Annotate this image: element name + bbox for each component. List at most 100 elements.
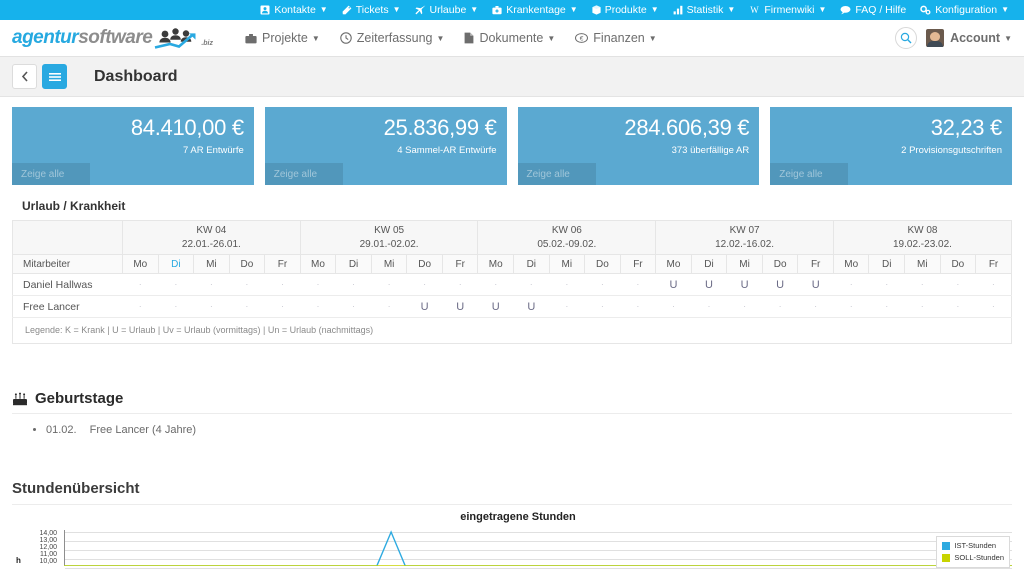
kpi-tile[interactable]: 25.836,99 € 4 Sammel-AR Entwürfe Zeige a…	[264, 107, 507, 185]
vacation-day-cell-empty[interactable]: ·	[549, 295, 585, 318]
top-menu-item-kontakte[interactable]: Kontakte ▼	[253, 0, 334, 20]
chart-y-tick-labels: 14,00 13,00 12,00 11,00 10,00	[31, 530, 57, 566]
vacation-day-cell-empty[interactable]: ·	[335, 295, 372, 318]
vacation-day-cell-empty[interactable]: ·	[158, 295, 194, 318]
vacation-day-cell-marked[interactable]: U	[655, 273, 692, 296]
birthday-date: 01.02.	[46, 424, 77, 436]
vacation-day-cell-empty[interactable]: ·	[193, 295, 230, 318]
vacation-day-cell-empty[interactable]: ·	[193, 273, 230, 296]
chart-legend: IST-Stunden SOLL-Stunden	[936, 535, 1010, 568]
top-menu-item-statistik[interactable]: Statistik ▼	[666, 0, 743, 20]
kpi-value: 25.836,99 €	[383, 115, 497, 140]
vacation-day-cell-empty[interactable]: ·	[584, 273, 621, 296]
vacation-day-cell-empty[interactable]: ·	[513, 273, 550, 296]
nav-item-finanzen[interactable]: € Finanzen ▼	[565, 31, 666, 45]
vacation-day-cell-empty[interactable]: ·	[264, 273, 301, 296]
vacation-day-cell-empty[interactable]: ·	[442, 273, 478, 296]
vacation-day-cell-empty[interactable]: ·	[868, 295, 905, 318]
table-row[interactable]: Free Lancer · · · · · · · · U U U U · · · · · · · · · · · · ·	[12, 295, 1012, 318]
show-all-button[interactable]: Zeige alle	[517, 163, 596, 185]
birthdays-title: Geburtstage	[12, 390, 1012, 414]
kpi-value: 284.606,39 €	[624, 115, 750, 140]
top-menu-item-produkte[interactable]: Produkte ▼	[585, 0, 666, 20]
vacation-day-cell-marked[interactable]: U	[691, 273, 727, 296]
account-menu[interactable]: Account ▼	[926, 29, 1012, 47]
top-menu: Kontakte ▼ Tickets ▼ Urlaube ▼ Krankenta…	[253, 0, 1016, 20]
vacation-day-cell-empty[interactable]: ·	[904, 273, 941, 296]
vacation-day-cell-empty[interactable]: ·	[371, 295, 407, 318]
nav-item-zeiterfassung[interactable]: Zeiterfassung ▼	[330, 31, 455, 45]
app-logo[interactable]: agentursoftware .biz	[12, 27, 213, 49]
vacation-day-cell-empty[interactable]: ·	[229, 273, 265, 296]
hamburger-icon	[48, 72, 61, 82]
vacation-day-cell-marked[interactable]: U	[513, 295, 550, 318]
show-all-button[interactable]: Zeige alle	[12, 163, 90, 185]
nav-item-projekte[interactable]: Projekte ▼	[235, 31, 330, 45]
top-menu-item-tickets[interactable]: Tickets ▼	[335, 0, 408, 20]
avatar	[926, 29, 945, 47]
sidebar-toggle-button[interactable]	[42, 64, 67, 89]
top-menu-item-konfiguration[interactable]: Konfiguration ▼	[913, 0, 1016, 20]
clock-icon	[340, 32, 352, 44]
top-menu-item-krankentage[interactable]: Krankentage ▼	[485, 0, 584, 20]
vacation-day-cell-marked[interactable]: U	[442, 295, 478, 318]
vacation-day-cell-empty[interactable]: ·	[762, 295, 798, 318]
top-menu-label: Tickets	[355, 4, 389, 16]
week-range: 12.02.-16.02.	[715, 238, 775, 250]
kpi-tiles: 84.410,00 € 7 AR Entwürfe Zeige alle 25.…	[0, 97, 1024, 185]
vacation-day-cell-empty[interactable]: ·	[975, 295, 1012, 318]
vacation-day-cell-empty[interactable]: ·	[264, 295, 301, 318]
vacation-day-cell-empty[interactable]: ·	[833, 295, 869, 318]
vacation-day-cell-empty[interactable]: ·	[477, 273, 514, 296]
top-menu-item-urlaube[interactable]: Urlaube ▼	[408, 0, 486, 20]
vacation-day-cell-empty[interactable]: ·	[300, 273, 336, 296]
kpi-subtitle: 7 AR Entwürfe	[183, 145, 244, 156]
logo-text-primary: agentur	[12, 27, 79, 48]
vacation-day-cell-empty[interactable]: ·	[975, 273, 1012, 296]
top-menu-item-faq[interactable]: FAQ / Hilfe	[833, 0, 913, 20]
vacation-day-cell-marked[interactable]: U	[726, 273, 763, 296]
top-menu-item-firmenwiki[interactable]: W Firmenwiki ▼	[742, 0, 833, 20]
chevron-down-icon: ▼	[818, 5, 827, 14]
show-all-button[interactable]: Zeige alle	[770, 163, 849, 185]
vacation-day-cell-empty[interactable]: ·	[549, 273, 585, 296]
back-button[interactable]	[12, 64, 37, 89]
vacation-day-cell-empty[interactable]: ·	[620, 295, 656, 318]
kpi-tile[interactable]: 284.606,39 € 373 überfällige AR Zeige al…	[517, 107, 760, 185]
kpi-tile[interactable]: 32,23 € 2 Provisionsgutschriften Zeige a…	[770, 107, 1012, 185]
vacation-day-cell-empty[interactable]: ·	[904, 295, 941, 318]
vacation-day-header: Di	[690, 254, 728, 274]
vacation-day-cell-empty[interactable]: ·	[229, 295, 265, 318]
vacation-day-cell-marked[interactable]: U	[797, 273, 834, 296]
vacation-day-cell-empty[interactable]: ·	[833, 273, 869, 296]
vacation-day-cell-empty[interactable]: ·	[691, 295, 727, 318]
vacation-day-cell-empty[interactable]: ·	[122, 295, 159, 318]
vacation-day-cell-marked[interactable]: U	[762, 273, 798, 296]
vacation-day-cell-empty[interactable]: ·	[371, 273, 407, 296]
vacation-day-cell-empty[interactable]: ·	[868, 273, 905, 296]
vacation-day-cell-empty[interactable]: ·	[406, 273, 443, 296]
search-button[interactable]	[895, 27, 918, 49]
vacation-day-cell-empty[interactable]: ·	[940, 273, 976, 296]
table-row[interactable]: Daniel Hallwas · · · · · · · · · · · · · · · U U U U U · · · · ·	[12, 273, 1012, 296]
vacation-day-cell-empty[interactable]: ·	[158, 273, 194, 296]
week-range: 19.02.-23.02.	[893, 238, 952, 250]
vacation-day-cell-empty[interactable]: ·	[726, 295, 763, 318]
vacation-day-cell-empty[interactable]: ·	[620, 273, 656, 296]
vacation-week-header: KW 08 19.02.-23.02.	[832, 220, 1013, 255]
page-header: Dashboard	[0, 57, 1024, 97]
vacation-day-cell-empty[interactable]: ·	[797, 295, 834, 318]
vacation-day-header: Mo	[832, 254, 870, 274]
vacation-day-cell-empty[interactable]: ·	[122, 273, 159, 296]
vacation-day-cell-marked[interactable]: U	[406, 295, 443, 318]
top-menu-label: Urlaube	[429, 4, 467, 16]
nav-item-dokumente[interactable]: Dokumente ▼	[454, 31, 565, 45]
vacation-day-cell-empty[interactable]: ·	[655, 295, 692, 318]
show-all-button[interactable]: Zeige alle	[264, 163, 343, 185]
vacation-day-cell-empty[interactable]: ·	[335, 273, 372, 296]
vacation-day-cell-empty[interactable]: ·	[940, 295, 976, 318]
vacation-day-cell-empty[interactable]: ·	[300, 295, 336, 318]
vacation-day-cell-marked[interactable]: U	[477, 295, 514, 318]
kpi-tile[interactable]: 84.410,00 € 7 AR Entwürfe Zeige alle	[12, 107, 254, 185]
vacation-day-cell-empty[interactable]: ·	[584, 295, 621, 318]
